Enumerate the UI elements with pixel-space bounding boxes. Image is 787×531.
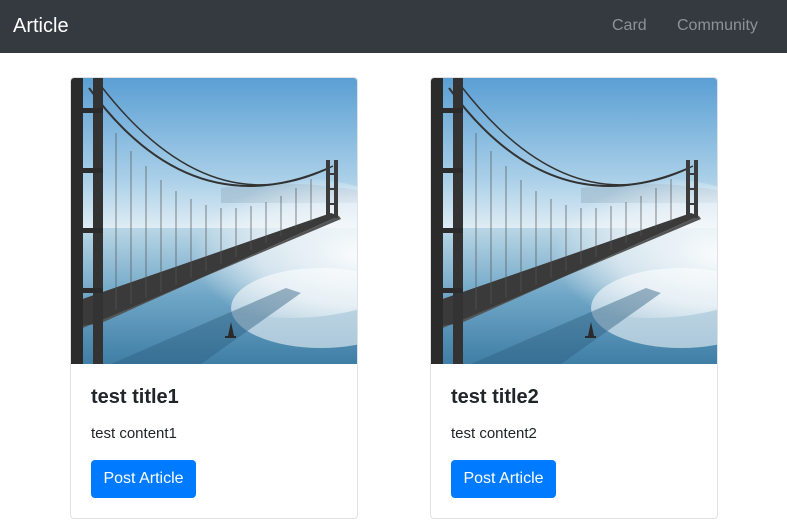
card-title: test title2 — [451, 386, 539, 408]
card-content: test content1 — [91, 425, 177, 442]
nav-link-card[interactable]: Card — [612, 16, 647, 36]
bridge-image — [431, 78, 717, 364]
nav-link-community[interactable]: Community — [677, 16, 758, 36]
article-card: test title1 test content1 Post Article — [70, 77, 358, 519]
card-title: test title1 — [91, 386, 179, 408]
article-card: test title2 test content2 Post Article — [430, 77, 718, 519]
bridge-image — [71, 78, 357, 364]
post-article-button[interactable]: Post Article — [451, 460, 556, 498]
navbar-brand[interactable]: Article — [13, 14, 69, 38]
post-article-button[interactable]: Post Article — [91, 460, 196, 498]
navbar: Article Card Community — [0, 0, 787, 53]
card-content: test content2 — [451, 425, 537, 442]
card-image — [71, 78, 357, 364]
card-image — [431, 78, 717, 364]
